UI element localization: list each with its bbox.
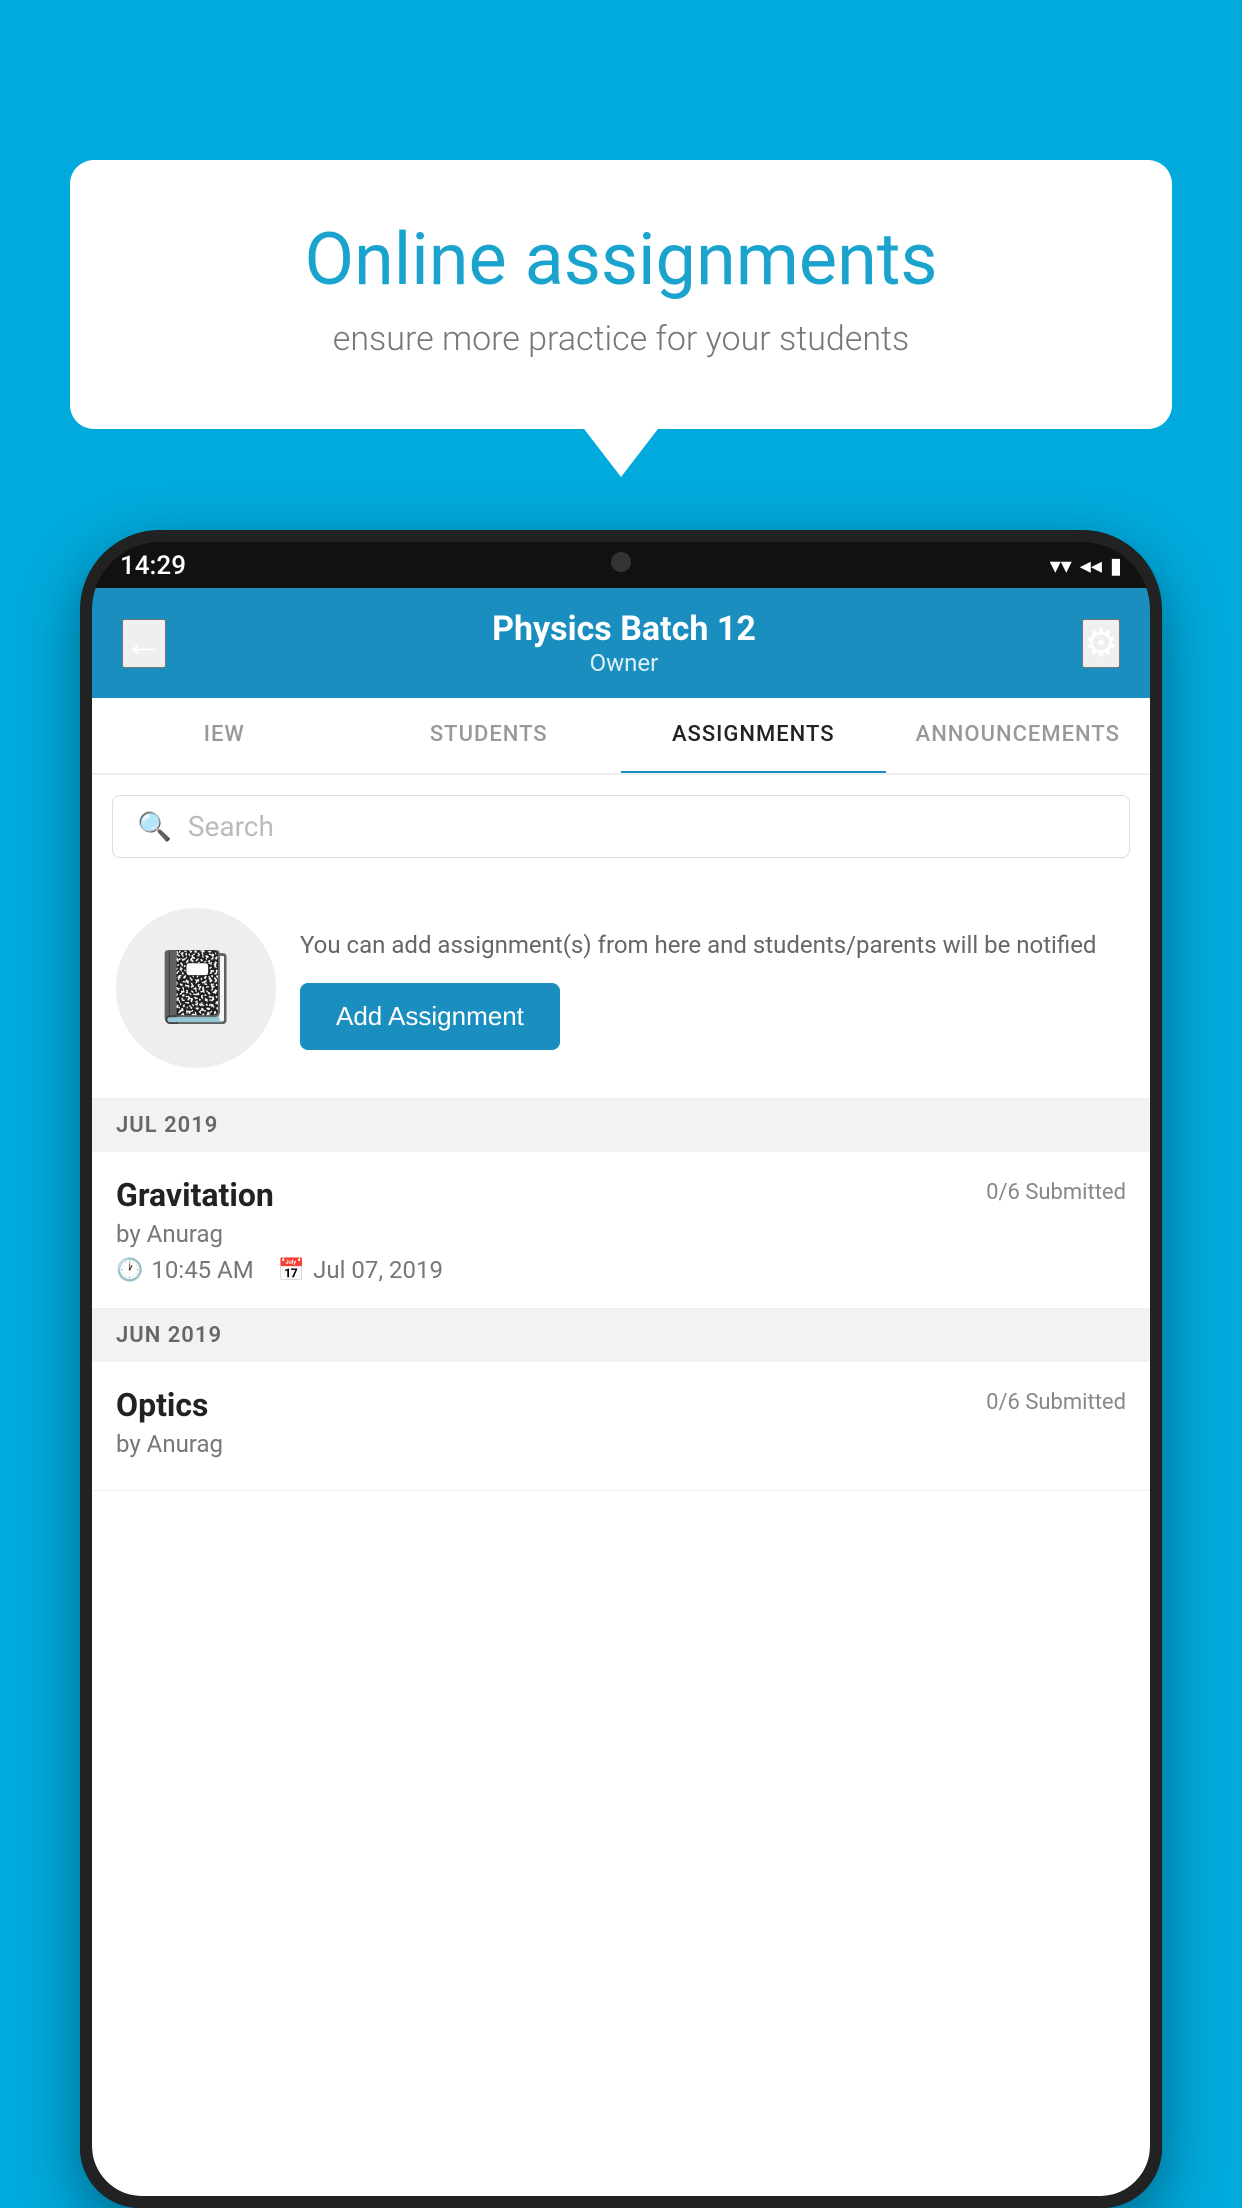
tab-announcements[interactable]: ANNOUNCEMENTS (886, 698, 1151, 773)
assignment-item-gravitation[interactable]: Gravitation 0/6 Submitted by Anurag 🕐 10… (92, 1152, 1150, 1309)
front-camera (611, 552, 631, 572)
notebook-icon-circle: 📓 (116, 908, 276, 1068)
assignment-time-text: 10:45 AM (151, 1256, 253, 1284)
section-header-jun: JUN 2019 (92, 1309, 1150, 1362)
toolbar-subtitle: Owner (492, 649, 756, 677)
signal-icon: ◂◂ (1080, 554, 1102, 579)
assignment-name: Gravitation (116, 1176, 274, 1214)
add-assignment-section: 📓 You can add assignment(s) from here an… (92, 878, 1150, 1099)
assignment-item-header-optics: Optics 0/6 Submitted (116, 1386, 1126, 1424)
notebook-icon: 📓 (152, 947, 239, 1029)
assignment-time: 🕐 10:45 AM (116, 1256, 254, 1284)
back-button[interactable]: ← (122, 619, 166, 668)
phone-notch (561, 544, 681, 580)
clock-icon: 🕐 (116, 1258, 143, 1283)
power-button (1160, 780, 1162, 910)
assignment-by-optics: by Anurag (116, 1430, 1126, 1458)
assignment-date: 📅 Jul 07, 2019 (278, 1256, 443, 1284)
calendar-icon: 📅 (278, 1258, 305, 1283)
speech-bubble-subtitle: ensure more practice for your students (140, 319, 1102, 359)
speech-bubble-title: Online assignments (140, 220, 1102, 299)
status-icons: ▾▾ ◂◂ ▮ (1050, 554, 1122, 579)
search-container: 🔍 Search (92, 775, 1150, 878)
search-placeholder: Search (188, 810, 274, 843)
tab-assignments[interactable]: ASSIGNMENTS (621, 698, 886, 775)
section-header-jul: JUL 2019 (92, 1099, 1150, 1152)
tab-students[interactable]: STUDENTS (357, 698, 622, 773)
toolbar-title: Physics Batch 12 (492, 609, 756, 649)
battery-icon: ▮ (1110, 554, 1122, 579)
search-icon: 🔍 (137, 810, 172, 843)
add-assignment-button[interactable]: Add Assignment (300, 983, 560, 1050)
assignment-date-text: Jul 07, 2019 (313, 1256, 443, 1284)
status-time: 14:29 (120, 551, 186, 581)
add-assignment-right: You can add assignment(s) from here and … (300, 927, 1126, 1050)
assignment-submitted: 0/6 Submitted (986, 1180, 1126, 1205)
wifi-icon: ▾▾ (1050, 554, 1072, 579)
app-content: ← Physics Batch 12 Owner ⚙ IEW STUDENTS … (92, 588, 1150, 2196)
app-toolbar: ← Physics Batch 12 Owner ⚙ (92, 588, 1150, 698)
speech-bubble: Online assignments ensure more practice … (70, 160, 1172, 429)
assignment-name-optics: Optics (116, 1386, 208, 1424)
settings-button[interactable]: ⚙ (1082, 619, 1120, 668)
tab-iew[interactable]: IEW (92, 698, 357, 773)
speech-bubble-container: Online assignments ensure more practice … (70, 160, 1172, 429)
phone-frame: 14:29 ▾▾ ◂◂ ▮ ← Physics Batch 12 Owner ⚙… (80, 530, 1162, 2208)
assignment-by: by Anurag (116, 1220, 1126, 1248)
assignment-submitted-optics: 0/6 Submitted (986, 1390, 1126, 1415)
search-bar[interactable]: 🔍 Search (112, 795, 1130, 858)
assignment-item-optics[interactable]: Optics 0/6 Submitted by Anurag (92, 1362, 1150, 1491)
volume-up-button (80, 730, 82, 790)
toolbar-title-container: Physics Batch 12 Owner (492, 609, 756, 677)
add-assignment-desc: You can add assignment(s) from here and … (300, 927, 1126, 963)
volume-down-button (80, 810, 82, 910)
assignment-item-header: Gravitation 0/6 Submitted (116, 1176, 1126, 1214)
tabs-bar: IEW STUDENTS ASSIGNMENTS ANNOUNCEMENTS (92, 698, 1150, 775)
assignment-meta: 🕐 10:45 AM 📅 Jul 07, 2019 (116, 1256, 1126, 1284)
